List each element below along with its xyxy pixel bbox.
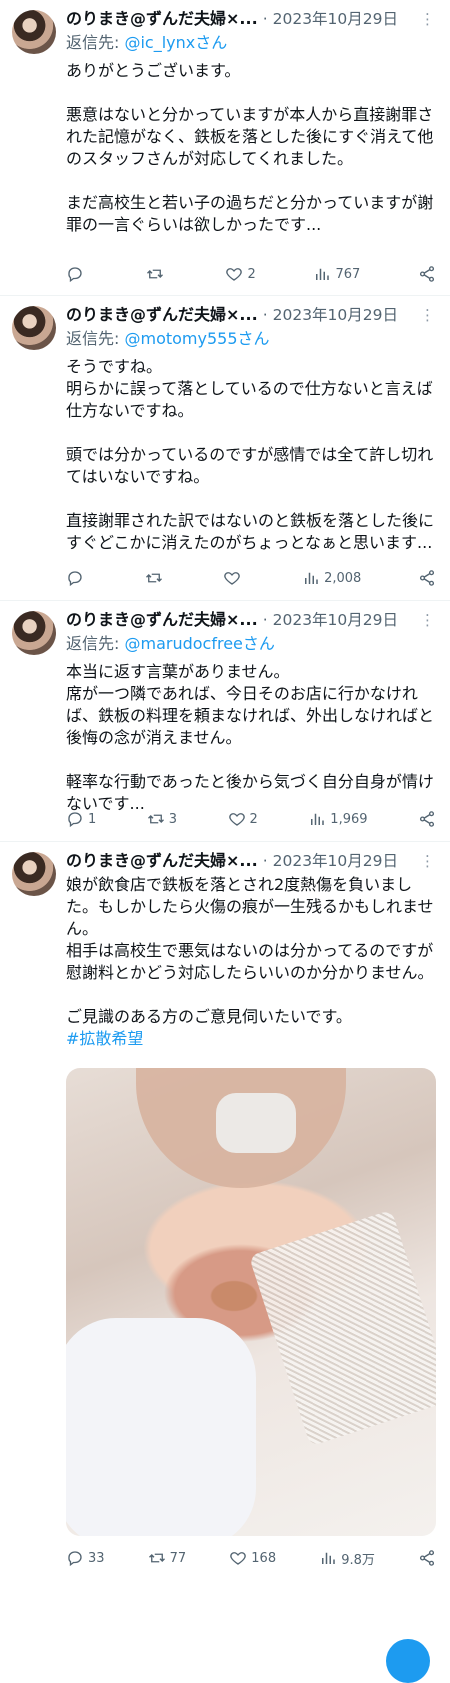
like-button[interactable] — [223, 569, 245, 587]
views-bar-chart-icon — [319, 1549, 337, 1567]
tweet-text: 本当に返す言葉がありません。 席が一つ隣であれば、今日そのお店に行かなければ、鉄… — [66, 662, 435, 813]
avatar[interactable] — [12, 10, 56, 54]
share-button[interactable] — [418, 810, 436, 828]
retweet-icon — [145, 569, 163, 587]
floating-compose-button[interactable] — [386, 1639, 430, 1683]
reply-to: 返信先: @motomy555さん — [66, 329, 270, 348]
reply-handle-link[interactable]: @motomy555さん — [124, 329, 269, 348]
like-button[interactable]: 168 — [229, 1549, 276, 1567]
heart-icon — [225, 265, 243, 283]
share-icon — [418, 569, 436, 587]
views-bar-chart-icon — [308, 810, 326, 828]
reply-bubble-icon — [66, 569, 84, 587]
display-name[interactable]: のりまき@ずんだ夫婦×... — [66, 305, 258, 324]
action-bar: 2,008 — [66, 568, 436, 588]
reply-bubble-icon — [66, 810, 84, 828]
retweet-button[interactable] — [146, 265, 168, 283]
avatar[interactable] — [12, 306, 56, 350]
retweet-icon — [146, 265, 164, 283]
tweet-photo[interactable] — [66, 1068, 436, 1536]
tweet-date[interactable]: 2023年10月29日 — [273, 306, 398, 324]
avatar[interactable] — [12, 611, 56, 655]
retweet-button[interactable] — [145, 569, 167, 587]
photo-diaper — [66, 1318, 256, 1536]
like-button[interactable]: 2 — [228, 810, 258, 828]
tweet-text: 娘が飲食店で鉄板を落とされ2度熱傷を負いました。もしかしたら火傷の痕が一生残るか… — [66, 875, 434, 1048]
share-icon — [418, 810, 436, 828]
tweet-header: のりまき@ずんだ夫婦×... · 2023年10月29日 ⋮ — [66, 850, 435, 872]
tweet-header: のりまき@ずんだ夫婦×... · 2023年10月29日 ⋮ — [66, 609, 435, 631]
photo-sleeve — [216, 1093, 296, 1153]
tweet-text: ありがとうございます。 悪意はないと分かっていますが本人から直接謝罪された記憶が… — [66, 61, 434, 234]
views-bar-chart-icon — [302, 569, 320, 587]
more-dots-icon[interactable]: ⋮ — [420, 850, 435, 872]
heart-icon — [223, 569, 241, 587]
tweet-date[interactable]: 2023年10月29日 — [273, 852, 398, 870]
share-icon — [418, 265, 436, 283]
reply-bubble-icon — [66, 265, 84, 283]
retweet-button[interactable]: 77 — [148, 1549, 186, 1567]
avatar[interactable] — [12, 852, 56, 896]
tweet-header: のりまき@ずんだ夫婦×... · 2023年10月29日 ⋮ — [66, 304, 435, 326]
retweet-button[interactable]: 3 — [147, 810, 177, 828]
tweet-header: のりまき@ずんだ夫婦×... · 2023年10月29日 ⋮ — [66, 8, 435, 30]
tweet-date[interactable]: 2023年10月29日 — [273, 611, 398, 629]
heart-icon — [228, 810, 246, 828]
reply-bubble-icon — [66, 1549, 84, 1567]
share-button[interactable] — [418, 265, 436, 283]
tweet-4[interactable]: のりまき@ずんだ夫婦×... · 2023年10月29日 ⋮ 娘が飲食店で鉄板を… — [0, 842, 450, 1683]
views-button[interactable]: 767 — [313, 265, 360, 283]
tweet-date[interactable]: 2023年10月29日 — [273, 10, 398, 28]
reply-button[interactable]: 1 — [66, 810, 96, 828]
photo-gauze — [248, 1209, 436, 1447]
share-icon — [418, 1549, 436, 1567]
reply-handle-link[interactable]: @ic_lynxさん — [124, 33, 227, 52]
more-dots-icon[interactable]: ⋮ — [420, 609, 435, 631]
reply-handle-link[interactable]: @marudocfreeさん — [124, 634, 274, 653]
views-button[interactable]: 2,008 — [302, 569, 361, 587]
more-dots-icon[interactable]: ⋮ — [420, 304, 435, 326]
retweet-icon — [147, 810, 165, 828]
reply-button[interactable] — [66, 569, 88, 587]
retweet-icon — [148, 1549, 166, 1567]
display-name[interactable]: のりまき@ずんだ夫婦×... — [66, 9, 258, 28]
hashtag-link[interactable]: #拡散希望 — [66, 1029, 143, 1048]
tweet-2[interactable]: のりまき@ずんだ夫婦×... · 2023年10月29日 ⋮ 返信先: @mot… — [0, 296, 450, 601]
action-bar: 2 767 — [66, 264, 436, 284]
reply-button[interactable]: 33 — [66, 1549, 105, 1567]
views-bar-chart-icon — [313, 265, 331, 283]
reply-button[interactable] — [66, 265, 88, 283]
action-bar: 33 77 168 9.8万 — [66, 1548, 436, 1568]
display-name[interactable]: のりまき@ずんだ夫婦×... — [66, 851, 258, 870]
action-bar: 1 3 2 1,969 — [66, 809, 436, 829]
reply-to: 返信先: @ic_lynxさん — [66, 33, 228, 52]
share-button[interactable] — [418, 1549, 436, 1567]
tweet-3[interactable]: のりまき@ずんだ夫婦×... · 2023年10月29日 ⋮ 返信先: @mar… — [0, 601, 450, 842]
reply-to: 返信先: @marudocfreeさん — [66, 634, 275, 653]
views-button[interactable]: 9.8万 — [319, 1549, 375, 1568]
like-button[interactable]: 2 — [225, 265, 256, 283]
tweet-1[interactable]: のりまき@ずんだ夫婦×... · 2023年10月29日 ⋮ 返信先: @ic_… — [0, 0, 450, 296]
heart-icon — [229, 1549, 247, 1567]
share-button[interactable] — [418, 569, 436, 587]
tweet-text: そうですね。 明らかに誤って落としているので仕方ないと言えば仕方ないですね。 頭… — [66, 357, 435, 552]
display-name[interactable]: のりまき@ずんだ夫婦×... — [66, 610, 258, 629]
views-button[interactable]: 1,969 — [308, 810, 368, 828]
more-dots-icon[interactable]: ⋮ — [420, 8, 435, 30]
